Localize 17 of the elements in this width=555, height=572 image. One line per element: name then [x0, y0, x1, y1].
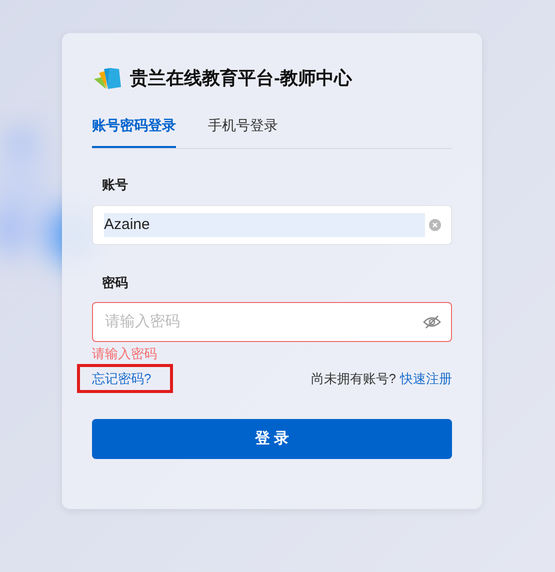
field-label: 密码: [102, 274, 129, 292]
app-title: 贵兰在线教育平台-教师中心: [130, 66, 352, 90]
login-tab[interactable]: 账号密码登录: [92, 115, 176, 148]
field-label: 账号: [102, 176, 129, 194]
login-tab[interactable]: 手机号登录: [208, 115, 278, 148]
eye-off-icon[interactable]: [423, 315, 441, 329]
book-logo-icon: [92, 65, 122, 91]
register-prompt: 尚未拥有账号?: [310, 370, 396, 388]
password-field[interactable]: 请输入密码: [92, 302, 452, 342]
clear-icon[interactable]: [429, 218, 441, 230]
error-message: 请输入密码: [92, 345, 158, 363]
password-input[interactable]: 请输入密码: [105, 310, 423, 334]
forgot-password-link[interactable]: 忘记密码?: [79, 366, 172, 391]
account-field[interactable]: Azaine: [92, 204, 452, 244]
login-button[interactable]: 登 录: [92, 419, 452, 459]
register-link[interactable]: 快速注册: [400, 368, 452, 388]
account-value: Azaine: [104, 212, 425, 236]
